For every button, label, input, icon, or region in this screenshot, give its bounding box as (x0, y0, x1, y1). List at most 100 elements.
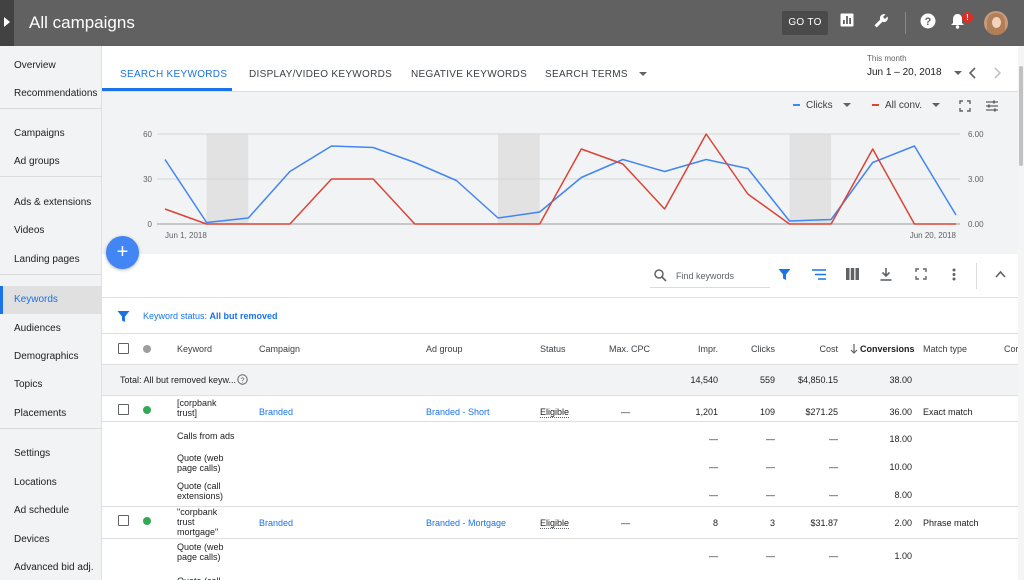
sidebar-item-audiences[interactable]: Audiences (0, 315, 102, 343)
date-range-label: This month (867, 54, 907, 63)
page-title: All campaigns (29, 13, 135, 32)
sidebar-item-ads-extensions[interactable]: Ads & extensions (0, 189, 102, 217)
scrollbar-thumb[interactable] (1019, 66, 1023, 166)
total-cost: $4,850.15 (797, 375, 838, 385)
col-conversions[interactable]: Conversions (860, 344, 915, 354)
date-dropdown-icon[interactable] (954, 71, 962, 75)
sidebar-item-locations[interactable]: Locations (0, 469, 102, 497)
search-input[interactable] (676, 267, 768, 285)
columns-icon[interactable] (846, 268, 859, 280)
help-outline-icon[interactable]: ? (237, 374, 248, 385)
table-row: [corpbank trust] Branded Branded - Short El… (102, 396, 1018, 422)
expand-nav-button[interactable] (0, 0, 14, 46)
more-vert-icon[interactable] (952, 268, 956, 281)
impr-cell: — (709, 434, 718, 444)
avatar[interactable] (984, 11, 1008, 35)
sidebar-item-recommendations[interactable]: Recommendations (0, 80, 102, 108)
date-range-picker[interactable]: Jun 1 – 20, 2018 (867, 67, 942, 78)
tab-negative-keywords[interactable]: Negative keywords (411, 69, 527, 80)
sidebar-item-topics[interactable]: Topics (0, 371, 102, 399)
tab-display-video-keywords[interactable]: Display/Video keywords (249, 69, 392, 80)
page-scrollbar[interactable] (1018, 46, 1024, 580)
select-all-checkbox[interactable] (118, 343, 129, 354)
chart-settings-icon[interactable] (985, 99, 999, 113)
svg-text:?: ? (241, 377, 245, 384)
chevron-down-icon (638, 72, 647, 77)
legend-all-conv[interactable]: All conv. (872, 100, 941, 111)
sidebar-divider (0, 108, 102, 109)
expand-chart-icon[interactable] (959, 100, 971, 112)
download-icon[interactable] (880, 268, 892, 281)
sidebar-item-ad-schedule[interactable]: Ad schedule (0, 497, 102, 525)
col-status[interactable]: Status (540, 344, 566, 354)
conversions-cell: 8.00 (894, 490, 912, 500)
row-checkbox[interactable] (118, 404, 129, 415)
conversion-action-label: Calls from ads (177, 431, 235, 441)
sidebar-item-devices[interactable]: Devices (0, 526, 102, 554)
col-cost[interactable]: Cost (782, 344, 838, 354)
reports-icon[interactable] (840, 13, 854, 27)
sidebar-item-demographics[interactable]: Demographics (0, 343, 102, 371)
cost-cell: $31.87 (810, 518, 838, 528)
sidebar-item-overview[interactable]: Overview (0, 52, 102, 80)
x-axis-start-label: Jun 1, 2018 (165, 231, 207, 240)
col-conv-truncated[interactable]: Cor (1004, 344, 1019, 354)
col-max-cpc[interactable]: Max. CPC (590, 344, 650, 354)
status-enabled-dot[interactable] (143, 406, 151, 414)
clicks-series-line (164, 145, 957, 224)
tab-search-keywords[interactable]: Search keywords (120, 69, 227, 80)
goto-button[interactable]: GO TO (782, 11, 828, 35)
keyword-cell[interactable]: [corpbank trust] (177, 398, 235, 418)
sidebar-item-advanced-bid-adj[interactable]: Advanced bid adj. (0, 554, 102, 580)
chevron-up-icon[interactable] (995, 270, 1006, 278)
cost-cell: $271.25 (805, 407, 838, 417)
col-keyword[interactable]: Keyword (177, 344, 212, 354)
sidebar-item-videos[interactable]: Videos (0, 217, 102, 245)
sidebar-item-placements[interactable]: Placements (0, 400, 102, 428)
performance-chart: Clicks All conv. 60 30 0 6.00 3.00 0.00 Jun 1,… (102, 92, 1018, 254)
legend-clicks[interactable]: Clicks (793, 100, 851, 111)
expand-table-icon[interactable] (915, 268, 927, 280)
tab-search-terms[interactable]: Search terms (545, 69, 647, 80)
wrench-icon[interactable] (873, 13, 889, 29)
col-ad-group[interactable]: Ad group (426, 344, 463, 354)
conversion-action-label: Quote (call extensions) (177, 481, 224, 501)
filter-icon[interactable] (778, 268, 791, 281)
sidebar-item-ad-groups[interactable]: Ad groups (0, 148, 102, 176)
max-cpc-cell[interactable]: — (590, 407, 630, 417)
left-axis-tick: 60 (143, 130, 152, 139)
segment-icon[interactable] (812, 268, 826, 281)
filter-icon (117, 311, 130, 322)
clicks-cell: 109 (759, 407, 775, 417)
campaign-link[interactable]: Branded (259, 407, 293, 417)
right-axis-tick: 3.00 (968, 175, 984, 184)
filter-chip[interactable]: Keyword status: All but removed (143, 311, 278, 321)
active-tab-indicator (102, 88, 232, 91)
status-enabled-dot[interactable] (143, 517, 151, 525)
match-type-cell: Exact match (923, 407, 973, 417)
status-cell[interactable]: Eligible (540, 407, 570, 418)
ad-group-link[interactable]: Branded - Mortgage (426, 518, 506, 528)
legend-clicks-label: Clicks (806, 100, 833, 111)
status-cell[interactable]: Eligible (540, 518, 570, 529)
ad-group-link[interactable]: Branded - Short (426, 407, 490, 417)
chevron-right-icon[interactable] (992, 67, 1002, 79)
sidebar-item-campaigns[interactable]: Campaigns (0, 120, 102, 148)
chevron-left-icon[interactable] (968, 67, 978, 79)
cost-cell: — (829, 462, 838, 472)
campaign-link[interactable]: Branded (259, 518, 293, 528)
help-icon[interactable]: ? (920, 13, 936, 29)
col-impr[interactable]: Impr. (660, 344, 718, 354)
col-match-type[interactable]: Match type (923, 344, 967, 354)
sidebar-item-settings[interactable]: Settings (0, 440, 102, 468)
sidebar-item-keywords[interactable]: Keywords (0, 286, 102, 314)
keyword-cell[interactable]: "corpbank trust mortgage" (177, 507, 235, 537)
col-clicks[interactable]: Clicks (725, 344, 775, 354)
total-conversions: 38.00 (889, 375, 912, 385)
svg-text:?: ? (925, 16, 932, 28)
max-cpc-cell[interactable]: — (590, 518, 630, 528)
sidebar-item-landing-pages[interactable]: Landing pages (0, 246, 102, 274)
col-campaign[interactable]: Campaign (259, 344, 300, 354)
search-icon (654, 269, 667, 282)
row-checkbox[interactable] (118, 515, 129, 526)
